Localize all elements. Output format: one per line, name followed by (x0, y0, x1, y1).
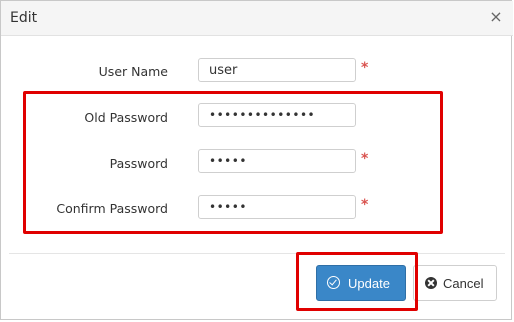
old-password-label: Old Password (84, 110, 168, 125)
check-circle-icon (327, 276, 340, 289)
password-field[interactable]: ••••• (198, 149, 356, 173)
dialog-titlebar: Edit × (1, 1, 513, 36)
confirm-password-field[interactable]: ••••• (198, 195, 356, 219)
username-field[interactable] (198, 58, 356, 82)
old-password-field[interactable]: •••••••••••••• (198, 103, 356, 127)
close-icon[interactable]: × (489, 9, 503, 25)
cancel-button[interactable]: Cancel (413, 265, 497, 301)
confirm-password-required-mark: * (361, 197, 369, 213)
username-required-mark: * (361, 60, 369, 76)
update-button[interactable]: Update (316, 265, 406, 301)
update-button-label: Update (348, 276, 390, 291)
username-label: User Name (98, 64, 168, 79)
footer-divider (9, 253, 505, 254)
confirm-password-label: Confirm Password (56, 201, 168, 216)
dialog-title: Edit (10, 10, 38, 26)
password-required-mark: * (361, 151, 369, 167)
times-circle-icon (425, 277, 437, 289)
password-label: Password (109, 156, 168, 171)
cancel-button-label: Cancel (443, 276, 484, 291)
edit-dialog: Edit × User Name * Old Password ••••••••… (0, 0, 513, 320)
